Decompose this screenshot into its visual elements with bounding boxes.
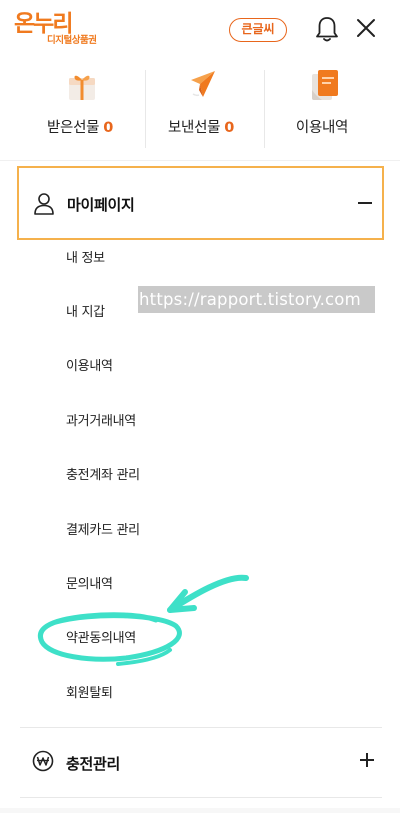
submenu-terms-agreement[interactable]: 약관동의내역: [66, 627, 136, 646]
close-icon[interactable]: [354, 16, 378, 40]
annotation-arrow: [167, 574, 249, 613]
large-font-button[interactable]: 큰글씨: [229, 18, 287, 42]
watermark-text: https://rapport.tistory.com: [138, 286, 375, 313]
divider: [20, 727, 382, 728]
won-coin-icon: [32, 750, 54, 772]
paper-plane-icon: [191, 71, 215, 97]
logo-main-text: 온누리: [14, 11, 74, 37]
logo-sub-text: 디지털상품권: [47, 35, 97, 46]
bell-icon[interactable]: [314, 15, 340, 43]
received-gifts-label: 받은선물 0: [47, 120, 113, 136]
submenu-my-wallet[interactable]: 내 지갑: [66, 301, 105, 320]
divider: [20, 797, 382, 798]
gift-summary-row: 받은선물 0 보낸선물 0 이용내역: [0, 66, 400, 148]
received-gifts-item[interactable]: 받은선물 0: [20, 66, 140, 148]
submenu-usage-history[interactable]: 이용내역: [66, 355, 113, 374]
submenu-charge-account[interactable]: 충전계좌 관리: [66, 464, 140, 483]
gift-box-icon: [69, 75, 95, 100]
usage-history-item[interactable]: 이용내역: [262, 66, 382, 148]
submenu-withdraw[interactable]: 회원탈퇴: [66, 682, 113, 701]
sent-gifts-count: 0: [224, 120, 234, 136]
submenu-my-info[interactable]: 내 정보: [66, 247, 105, 266]
collapse-minus-icon[interactable]: [358, 202, 372, 204]
receipt-icon: [312, 70, 338, 100]
submenu-past-transactions[interactable]: 과거거래내역: [66, 410, 136, 429]
header: 온누리 디지털상품권 큰글씨: [0, 0, 400, 60]
menu-mypage-header[interactable]: 마이페이지: [17, 166, 384, 240]
annotation-circle-tail: [116, 648, 172, 666]
annotation-arrowhead: [167, 589, 197, 613]
submenu-payment-card[interactable]: 결제카드 관리: [66, 519, 140, 538]
menu-charge-header[interactable]: 충전관리: [20, 729, 382, 795]
menu-charge-label: 충전관리: [66, 755, 121, 773]
bottom-edge: [0, 808, 400, 813]
menu-mypage-label: 마이페이지: [67, 196, 135, 214]
submenu-inquiry-history[interactable]: 문의내역: [66, 573, 113, 592]
person-icon: [34, 193, 54, 215]
received-gifts-count: 0: [103, 120, 113, 136]
onnuri-logo[interactable]: 온누리 디지털상품권: [14, 10, 124, 50]
expand-plus-icon[interactable]: [360, 753, 374, 767]
usage-history-label: 이용내역: [295, 120, 349, 136]
section-divider: [0, 160, 400, 161]
sent-gifts-label: 보낸선물 0: [168, 120, 234, 136]
sent-gifts-item[interactable]: 보낸선물 0: [141, 66, 261, 148]
